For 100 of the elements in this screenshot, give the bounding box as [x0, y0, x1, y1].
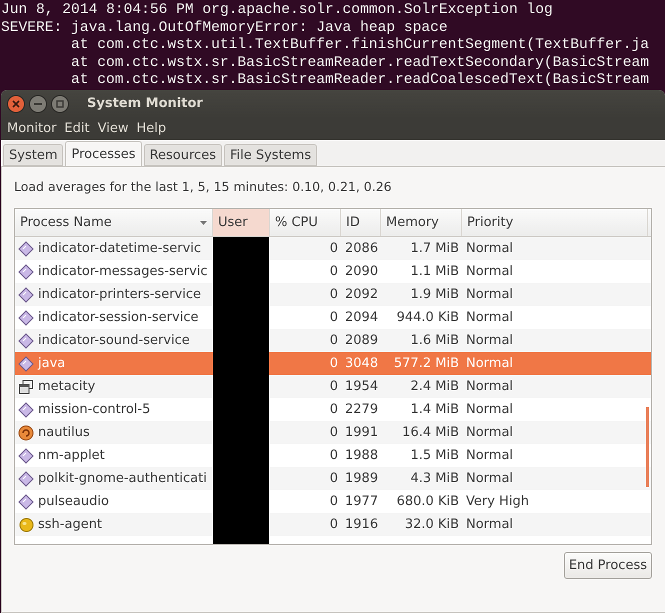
diamond-icon	[18, 356, 34, 372]
priority-cell-text: Normal	[465, 333, 514, 348]
memory-cell-text: 1.1 MiB	[409, 264, 460, 279]
cpu-cell-text: 0	[328, 310, 339, 325]
id-cell-text: 1916	[344, 517, 380, 532]
process-row[interactable]: indicator-printers-service 0 2092 1.9 MiB Normal	[15, 283, 651, 306]
minimize-icon	[34, 102, 42, 104]
agent-icon	[18, 516, 34, 532]
close-icon	[12, 100, 20, 108]
memory-cell-text: 32.0 KiB	[404, 517, 460, 532]
id-cell-text: 2086	[344, 241, 380, 256]
cpu-cell-text: 0	[328, 517, 339, 532]
column-header[interactable]: Memory	[381, 209, 462, 236]
column-header[interactable]: ID	[341, 209, 381, 236]
process-row[interactable]: nautilus 0 1991 16.4 MiB Normal	[15, 421, 651, 444]
id-cell-text: 2090	[344, 264, 380, 279]
id-cell-text: 2279	[344, 402, 380, 417]
terminal-line: at com.ctc.wstx.util.TextBuffer.finishCurrentSegment(TextBuffer.ja	[70, 37, 650, 54]
terminal-line: at com.ctc.wstx.sr.BasicStreamReader.readCoalescedText(BasicStream	[70, 72, 650, 90]
shell-icon	[18, 424, 34, 440]
id-cell-text: 2092	[344, 287, 380, 302]
process-name: pulseaudio	[38, 494, 109, 509]
memory-cell-text: 1.7 MiB	[409, 241, 460, 256]
memory-cell-text: 2.4 MiB	[409, 379, 460, 394]
id-cell-text: 2094	[344, 310, 380, 325]
priority-cell-text: Normal	[465, 241, 514, 256]
cpu-cell-text: 0	[328, 494, 339, 509]
diamond-icon	[18, 402, 34, 418]
process-row[interactable]: indicator-sound-service 0 2089 1.6 MiB Normal	[15, 329, 651, 352]
terminal-line: Jun 8, 2014 8:04:56 PM org.apache.solr.common.SolrException log	[1, 2, 554, 20]
diamond-icon	[18, 264, 34, 280]
diamond-icon	[18, 240, 34, 256]
memory-cell-text: 1.4 MiB	[409, 402, 460, 417]
diamond-icon	[18, 448, 34, 464]
process-row[interactable]: metacity 0 1954 2.4 MiB Normal	[15, 375, 651, 398]
priority-cell-text: Normal	[465, 448, 514, 463]
window-title: System Monitor	[87, 96, 203, 111]
memory-cell-text: 944.0 KiB	[396, 310, 460, 325]
id-cell-text: 2089	[344, 333, 380, 348]
minimize-button[interactable]	[29, 94, 47, 112]
maximize-icon	[56, 100, 64, 108]
priority-cell-text: Normal	[465, 264, 514, 279]
process-row[interactable]: ssh-agent 0 1916 32.0 KiB Normal	[15, 513, 651, 536]
id-cell-text: 1954	[344, 379, 380, 394]
menu-item[interactable]: Help	[132, 121, 170, 136]
process-name: indicator-sound-service	[38, 333, 190, 348]
cpu-cell-text: 0	[328, 379, 339, 394]
process-name: indicator-printers-service	[38, 287, 202, 302]
close-button[interactable]	[7, 94, 25, 112]
menu-item[interactable]: View	[94, 121, 132, 136]
terminal-line: SEVERE: java.lang.OutOfMemoryError: Java heap space	[1, 20, 449, 37]
priority-cell-text: Normal	[465, 402, 514, 417]
diamond-icon	[18, 470, 34, 486]
menu-item[interactable]: Monitor	[3, 121, 60, 136]
cpu-cell-text: 0	[328, 471, 339, 486]
sort-caret-icon	[200, 220, 207, 224]
column-header[interactable]: % CPU	[270, 209, 341, 236]
scrollbar-thumb[interactable]	[646, 407, 649, 487]
id-cell-text: 1989	[344, 471, 380, 486]
maximize-button[interactable]	[51, 94, 69, 112]
priority-cell-text: Normal	[465, 287, 514, 302]
id-cell-text: 1991	[344, 425, 380, 440]
tab[interactable]: Resources	[144, 144, 222, 166]
process-name: nm-applet	[38, 448, 105, 463]
id-cell-text: 1988	[344, 448, 380, 463]
memory-cell-text: 16.4 MiB	[401, 425, 460, 440]
tab[interactable]: File Systems	[224, 144, 318, 166]
process-row[interactable]: polkit-gnome-authenticati 0 1989 4.3 MiB Normal	[15, 467, 651, 490]
tab[interactable]: Processes	[65, 141, 142, 166]
priority-cell-text: Normal	[465, 379, 514, 394]
memory-cell-text: 1.9 MiB	[409, 287, 460, 302]
process-name: indicator-session-service	[38, 310, 198, 325]
priority-cell-text: Normal	[465, 471, 514, 486]
cpu-cell-text: 0	[328, 264, 339, 279]
cpu-cell-text: 0	[328, 287, 339, 302]
terminal-line: at com.ctc.wstx.sr.BasicStreamReader.readTextSecondary(BasicStream	[70, 54, 650, 72]
process-name: nautilus	[38, 425, 90, 440]
diamond-icon	[18, 286, 34, 302]
window-icon	[18, 378, 34, 394]
menu-item[interactable]: Edit	[60, 121, 94, 136]
memory-cell-text: 4.3 MiB	[409, 471, 460, 486]
priority-cell-text: Normal	[465, 310, 514, 325]
id-cell-text: 3048	[344, 356, 380, 371]
column-header[interactable]: User	[213, 209, 270, 236]
cpu-cell-text: 0	[328, 448, 339, 463]
process-name: java	[38, 356, 66, 371]
diamond-icon	[18, 310, 34, 326]
cpu-cell-text: 0	[328, 241, 339, 256]
tab[interactable]: System	[3, 144, 64, 166]
cpu-cell-text: 0	[328, 425, 339, 440]
memory-cell-text: 680.0 KiB	[396, 494, 460, 509]
process-name: indicator-messages-servic	[38, 264, 208, 279]
process-name: indicator-datetime-servic	[38, 241, 202, 256]
diamond-icon	[18, 332, 34, 348]
process-name: ssh-agent	[38, 517, 102, 532]
end-process-button[interactable]: End Process	[564, 552, 652, 579]
process-row[interactable]: indicator-datetime-servic 0 2086 1.7 MiB Normal	[15, 237, 651, 260]
column-header[interactable]: Priority	[462, 209, 648, 236]
process-name: metacity	[38, 379, 96, 394]
cpu-cell-text: 0	[328, 402, 339, 417]
